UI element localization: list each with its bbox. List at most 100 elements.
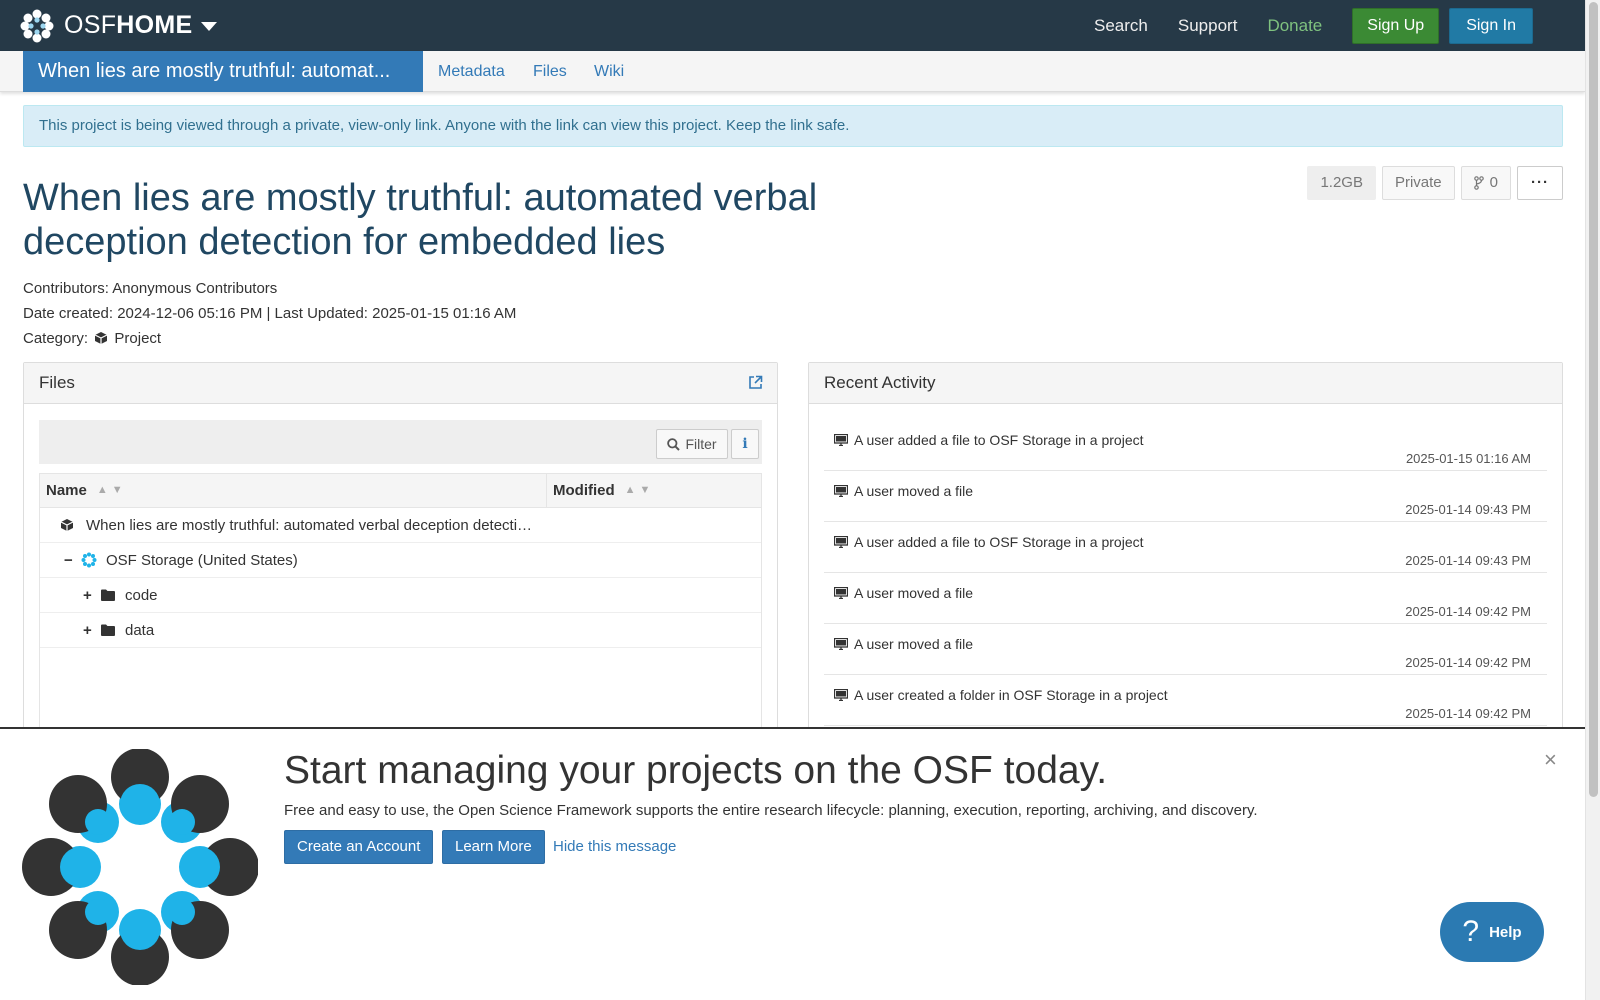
file-row-label: When lies are mostly truthful: automated… xyxy=(86,516,533,534)
activity-description: A user created a folder in OSF Storage i… xyxy=(854,687,1168,703)
tab-metadata[interactable]: Metadata xyxy=(438,51,505,92)
files-panel: Files Filter i Name ▲ ▼ Modified ▲ ▼ When … xyxy=(23,362,778,743)
files-panel-header: Files xyxy=(24,363,777,404)
folder-row-code[interactable]: + code xyxy=(40,578,761,613)
activity-item: A user moved a file 2025-01-14 09:43 PM xyxy=(824,471,1547,522)
activity-description: A user added a file to OSF Storage in a … xyxy=(854,534,1144,550)
monitor-icon xyxy=(834,485,848,497)
project-title: When lies are mostly truthful: automated… xyxy=(23,177,818,263)
activity-item: A user added a file to OSF Storage in a … xyxy=(824,522,1547,573)
activity-text: A user moved a file xyxy=(834,585,973,601)
visibility-badge: Private xyxy=(1381,166,1455,200)
file-row-label: code xyxy=(125,586,158,604)
monitor-icon xyxy=(834,587,848,599)
activity-date: 2025-01-14 09:43 PM xyxy=(1405,553,1531,568)
sort-desc-icon[interactable]: ▼ xyxy=(640,474,651,507)
monitor-icon xyxy=(834,434,848,446)
activity-heading: Recent Activity xyxy=(824,373,936,392)
create-account-button[interactable]: Create an Account xyxy=(284,830,434,864)
name-column-header[interactable]: Name ▲ ▼ xyxy=(40,474,547,507)
view-only-alert: This project is being viewed through a p… xyxy=(23,105,1563,147)
fork-icon xyxy=(1473,176,1484,190)
brand-text[interactable]: OSFHOME xyxy=(64,11,193,40)
modified-column-header[interactable]: Modified ▲ ▼ xyxy=(547,474,650,507)
info-button[interactable]: i xyxy=(731,429,759,459)
activity-list: A user added a file to OSF Storage in a … xyxy=(824,420,1547,726)
filter-button[interactable]: Filter xyxy=(656,429,728,459)
project-actions: 1.2GB Private 0 ··· xyxy=(1301,166,1563,200)
sign-up-button[interactable]: Sign Up xyxy=(1352,7,1440,44)
signup-banner: Start managing your projects on the OSF … xyxy=(0,727,1585,1000)
brand-home: HOME xyxy=(116,11,193,39)
activity-text: A user moved a file xyxy=(834,483,973,499)
caret-down-icon[interactable] xyxy=(200,22,217,31)
activity-item: A user moved a file 2025-01-14 09:42 PM xyxy=(824,573,1547,624)
file-row-project[interactable]: When lies are mostly truthful: automated… xyxy=(40,508,761,543)
sign-in-button[interactable]: Sign In xyxy=(1449,7,1533,44)
cube-icon xyxy=(94,332,108,344)
file-row-label: data xyxy=(125,621,155,639)
activity-text: A user moved a file xyxy=(834,636,973,652)
project-navbar: When lies are mostly truthful: automat..… xyxy=(0,51,1585,92)
collapse-toggle-icon[interactable]: − xyxy=(64,552,78,569)
activity-date: 2025-01-15 01:16 AM xyxy=(1405,451,1531,466)
activity-date: 2025-01-14 09:43 PM xyxy=(1405,502,1531,517)
files-heading: Files xyxy=(39,373,75,392)
contributors-line: Contributors: Anonymous Contributors xyxy=(23,280,278,297)
recent-activity-panel: Recent Activity A user added a file to O… xyxy=(808,362,1563,742)
activity-date: 2025-01-14 09:42 PM xyxy=(1405,706,1531,721)
hide-message-link[interactable]: Hide this message xyxy=(553,838,676,855)
file-browser-toolbar: Filter i xyxy=(39,420,762,464)
nav-support-link[interactable]: Support xyxy=(1178,16,1238,36)
nav-search-link[interactable]: Search xyxy=(1094,16,1148,36)
storage-size-badge: 1.2GB xyxy=(1307,166,1376,200)
project-nav-title[interactable]: When lies are mostly truthful: automat..… xyxy=(23,51,423,92)
activity-description: A user moved a file xyxy=(854,585,974,601)
activity-item: A user added a file to OSF Storage in a … xyxy=(824,420,1547,471)
osf-home-menu[interactable]: OSFHOME xyxy=(20,9,217,43)
activity-description: A user added a file to OSF Storage in a … xyxy=(854,432,1144,448)
help-button[interactable]: ? Help xyxy=(1440,902,1544,962)
file-row-osf-storage[interactable]: − OSF Storage (United States) xyxy=(40,543,761,578)
activity-item: A user created a folder in OSF Storage i… xyxy=(824,675,1547,726)
learn-more-button[interactable]: Learn More xyxy=(442,830,545,864)
activity-description: A user moved a file xyxy=(854,636,974,652)
expand-toggle-icon[interactable]: + xyxy=(83,587,97,604)
monitor-icon xyxy=(834,536,848,548)
expand-toggle-icon[interactable]: + xyxy=(83,622,97,639)
top-navbar: OSFHOME Search Support Donate Sign Up Si… xyxy=(0,0,1585,51)
more-options-button[interactable]: ··· xyxy=(1517,166,1563,200)
file-table-header: Name ▲ ▼ Modified ▲ ▼ xyxy=(40,474,761,508)
sort-asc-icon[interactable]: ▲ xyxy=(625,474,636,507)
activity-item: A user moved a file 2025-01-14 09:42 PM xyxy=(824,624,1547,675)
activity-text: A user created a folder in OSF Storage i… xyxy=(834,687,1168,703)
sort-asc-icon[interactable]: ▲ xyxy=(97,474,108,507)
modified-column-label: Modified xyxy=(553,482,615,499)
name-column-label: Name xyxy=(46,482,87,499)
banner-title: Start managing your projects on the OSF … xyxy=(284,749,1108,792)
fork-button[interactable]: 0 xyxy=(1460,166,1511,200)
page-scrollbar[interactable] xyxy=(1585,0,1600,1000)
dates-line: Date created: 2024-12-06 05:16 PM | Last… xyxy=(23,305,517,322)
activity-date: 2025-01-14 09:42 PM xyxy=(1405,655,1531,670)
external-link-icon[interactable] xyxy=(748,375,763,390)
activity-text: A user added a file to OSF Storage in a … xyxy=(834,432,1144,448)
folder-icon xyxy=(101,624,115,636)
file-browser-table: Name ▲ ▼ Modified ▲ ▼ When lies are mostly… xyxy=(39,473,762,743)
category-line: Category: Project xyxy=(23,330,161,347)
tab-files[interactable]: Files xyxy=(533,51,567,92)
file-row-label: OSF Storage (United States) xyxy=(106,551,298,569)
brand-osf: OSF xyxy=(64,11,117,39)
close-icon[interactable]: × xyxy=(1544,747,1557,773)
nav-donate-link[interactable]: Donate xyxy=(1267,16,1322,36)
folder-icon xyxy=(101,589,115,601)
category-value: Project xyxy=(114,330,162,347)
folder-row-data[interactable]: + data xyxy=(40,613,761,648)
scrollbar-thumb[interactable] xyxy=(1589,2,1598,797)
osf-storage-icon xyxy=(81,552,97,568)
tab-wiki[interactable]: Wiki xyxy=(594,51,624,92)
osf-large-logo xyxy=(22,749,258,985)
sort-desc-icon[interactable]: ▼ xyxy=(112,474,123,507)
category-label: Category: xyxy=(23,330,89,347)
question-icon: ? xyxy=(1462,915,1480,948)
